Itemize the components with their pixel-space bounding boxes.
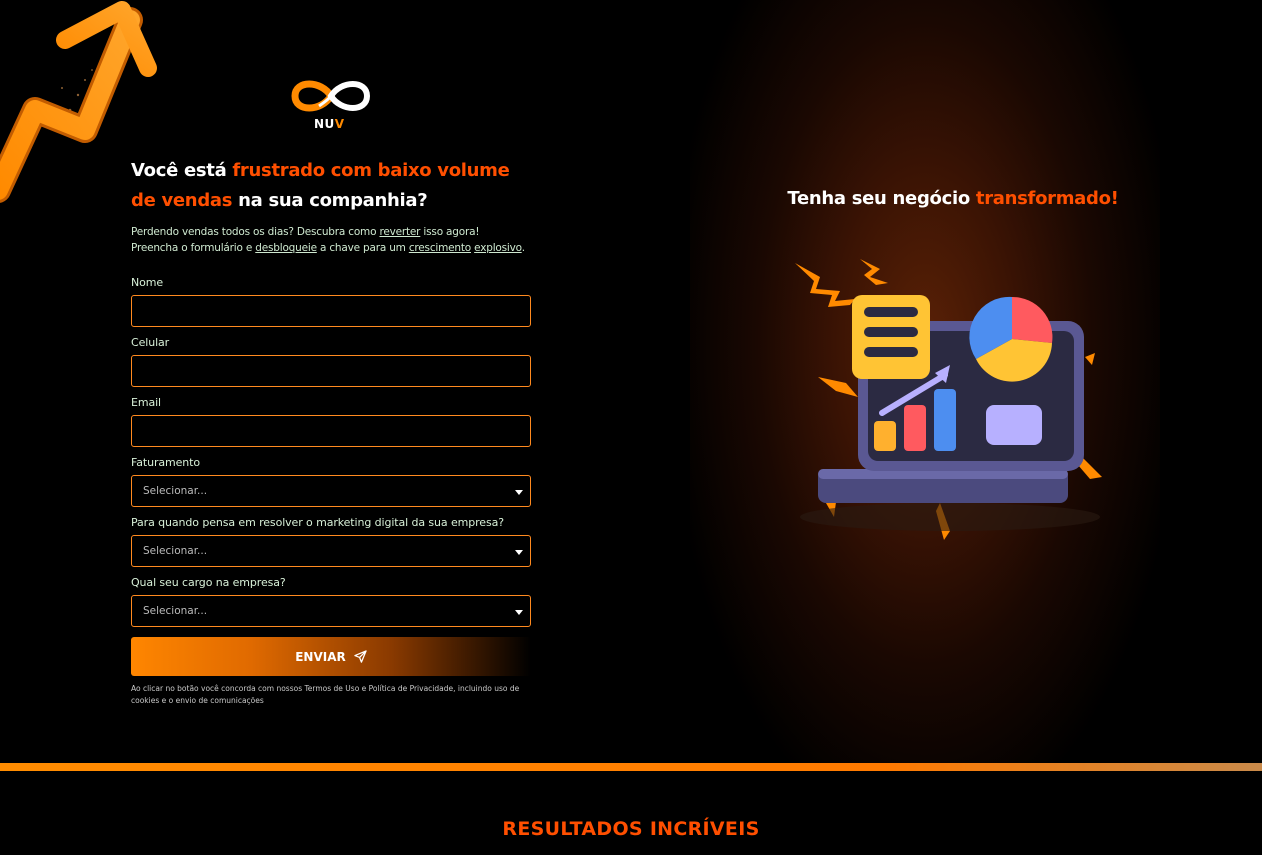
email-input[interactable] — [132, 416, 530, 446]
brand-name: NUV — [314, 117, 345, 131]
headline: Você está frustrado com baixo volume de … — [131, 160, 510, 211]
results-section-title: RESULTADOS INCRÍVEIS — [502, 818, 760, 840]
submit-label: ENVIAR — [295, 649, 346, 664]
name-input[interactable] — [132, 296, 530, 326]
role-label: Qual seu cargo na empresa? — [131, 576, 286, 589]
revenue-select[interactable]: Selecionar... — [131, 475, 531, 507]
revenue-label: Faturamento — [131, 456, 201, 469]
chevron-down-icon — [515, 490, 523, 495]
chevron-down-icon — [515, 550, 523, 555]
section-divider — [0, 763, 1262, 771]
chevron-down-icon — [515, 610, 523, 615]
timeline-select[interactable]: Selecionar... — [131, 535, 531, 567]
laptop-analytics-illustration — [795, 259, 1102, 540]
email-field[interactable] — [131, 415, 531, 447]
lead-form-intro: Você está frustrado com baixo volume de … — [131, 156, 531, 256]
subtext: Perdendo vendas todos os dias? Descubra … — [131, 226, 525, 254]
timeline-label: Para quando pensa em resolver o marketin… — [131, 516, 504, 529]
legal-notice: Ao clicar no botão você concorda com nos… — [131, 684, 520, 705]
phone-field[interactable] — [131, 355, 531, 387]
send-icon — [354, 650, 367, 663]
role-select[interactable]: Selecionar... — [131, 595, 531, 627]
link-reverter[interactable]: reverter — [379, 226, 420, 238]
link-crescimento[interactable]: crescimento — [409, 242, 471, 254]
phone-label: Celular — [131, 336, 170, 349]
right-title: Tenha seu negócio transformado! — [787, 188, 1119, 209]
revenue-select-value: Selecionar... — [143, 485, 208, 497]
hero-section: NUV Você está frustrado com baixo volume… — [0, 0, 1262, 763]
submit-button[interactable]: ENVIAR — [131, 637, 531, 676]
name-field[interactable] — [131, 295, 531, 327]
link-explosivo[interactable]: explosivo — [474, 242, 522, 254]
email-label: Email — [131, 396, 162, 409]
phone-input[interactable] — [132, 356, 530, 386]
role-select-value: Selecionar... — [143, 605, 208, 617]
name-label: Nome — [131, 276, 164, 289]
timeline-select-value: Selecionar... — [143, 545, 208, 557]
link-desbloqueie[interactable]: desbloqueie — [255, 242, 317, 254]
